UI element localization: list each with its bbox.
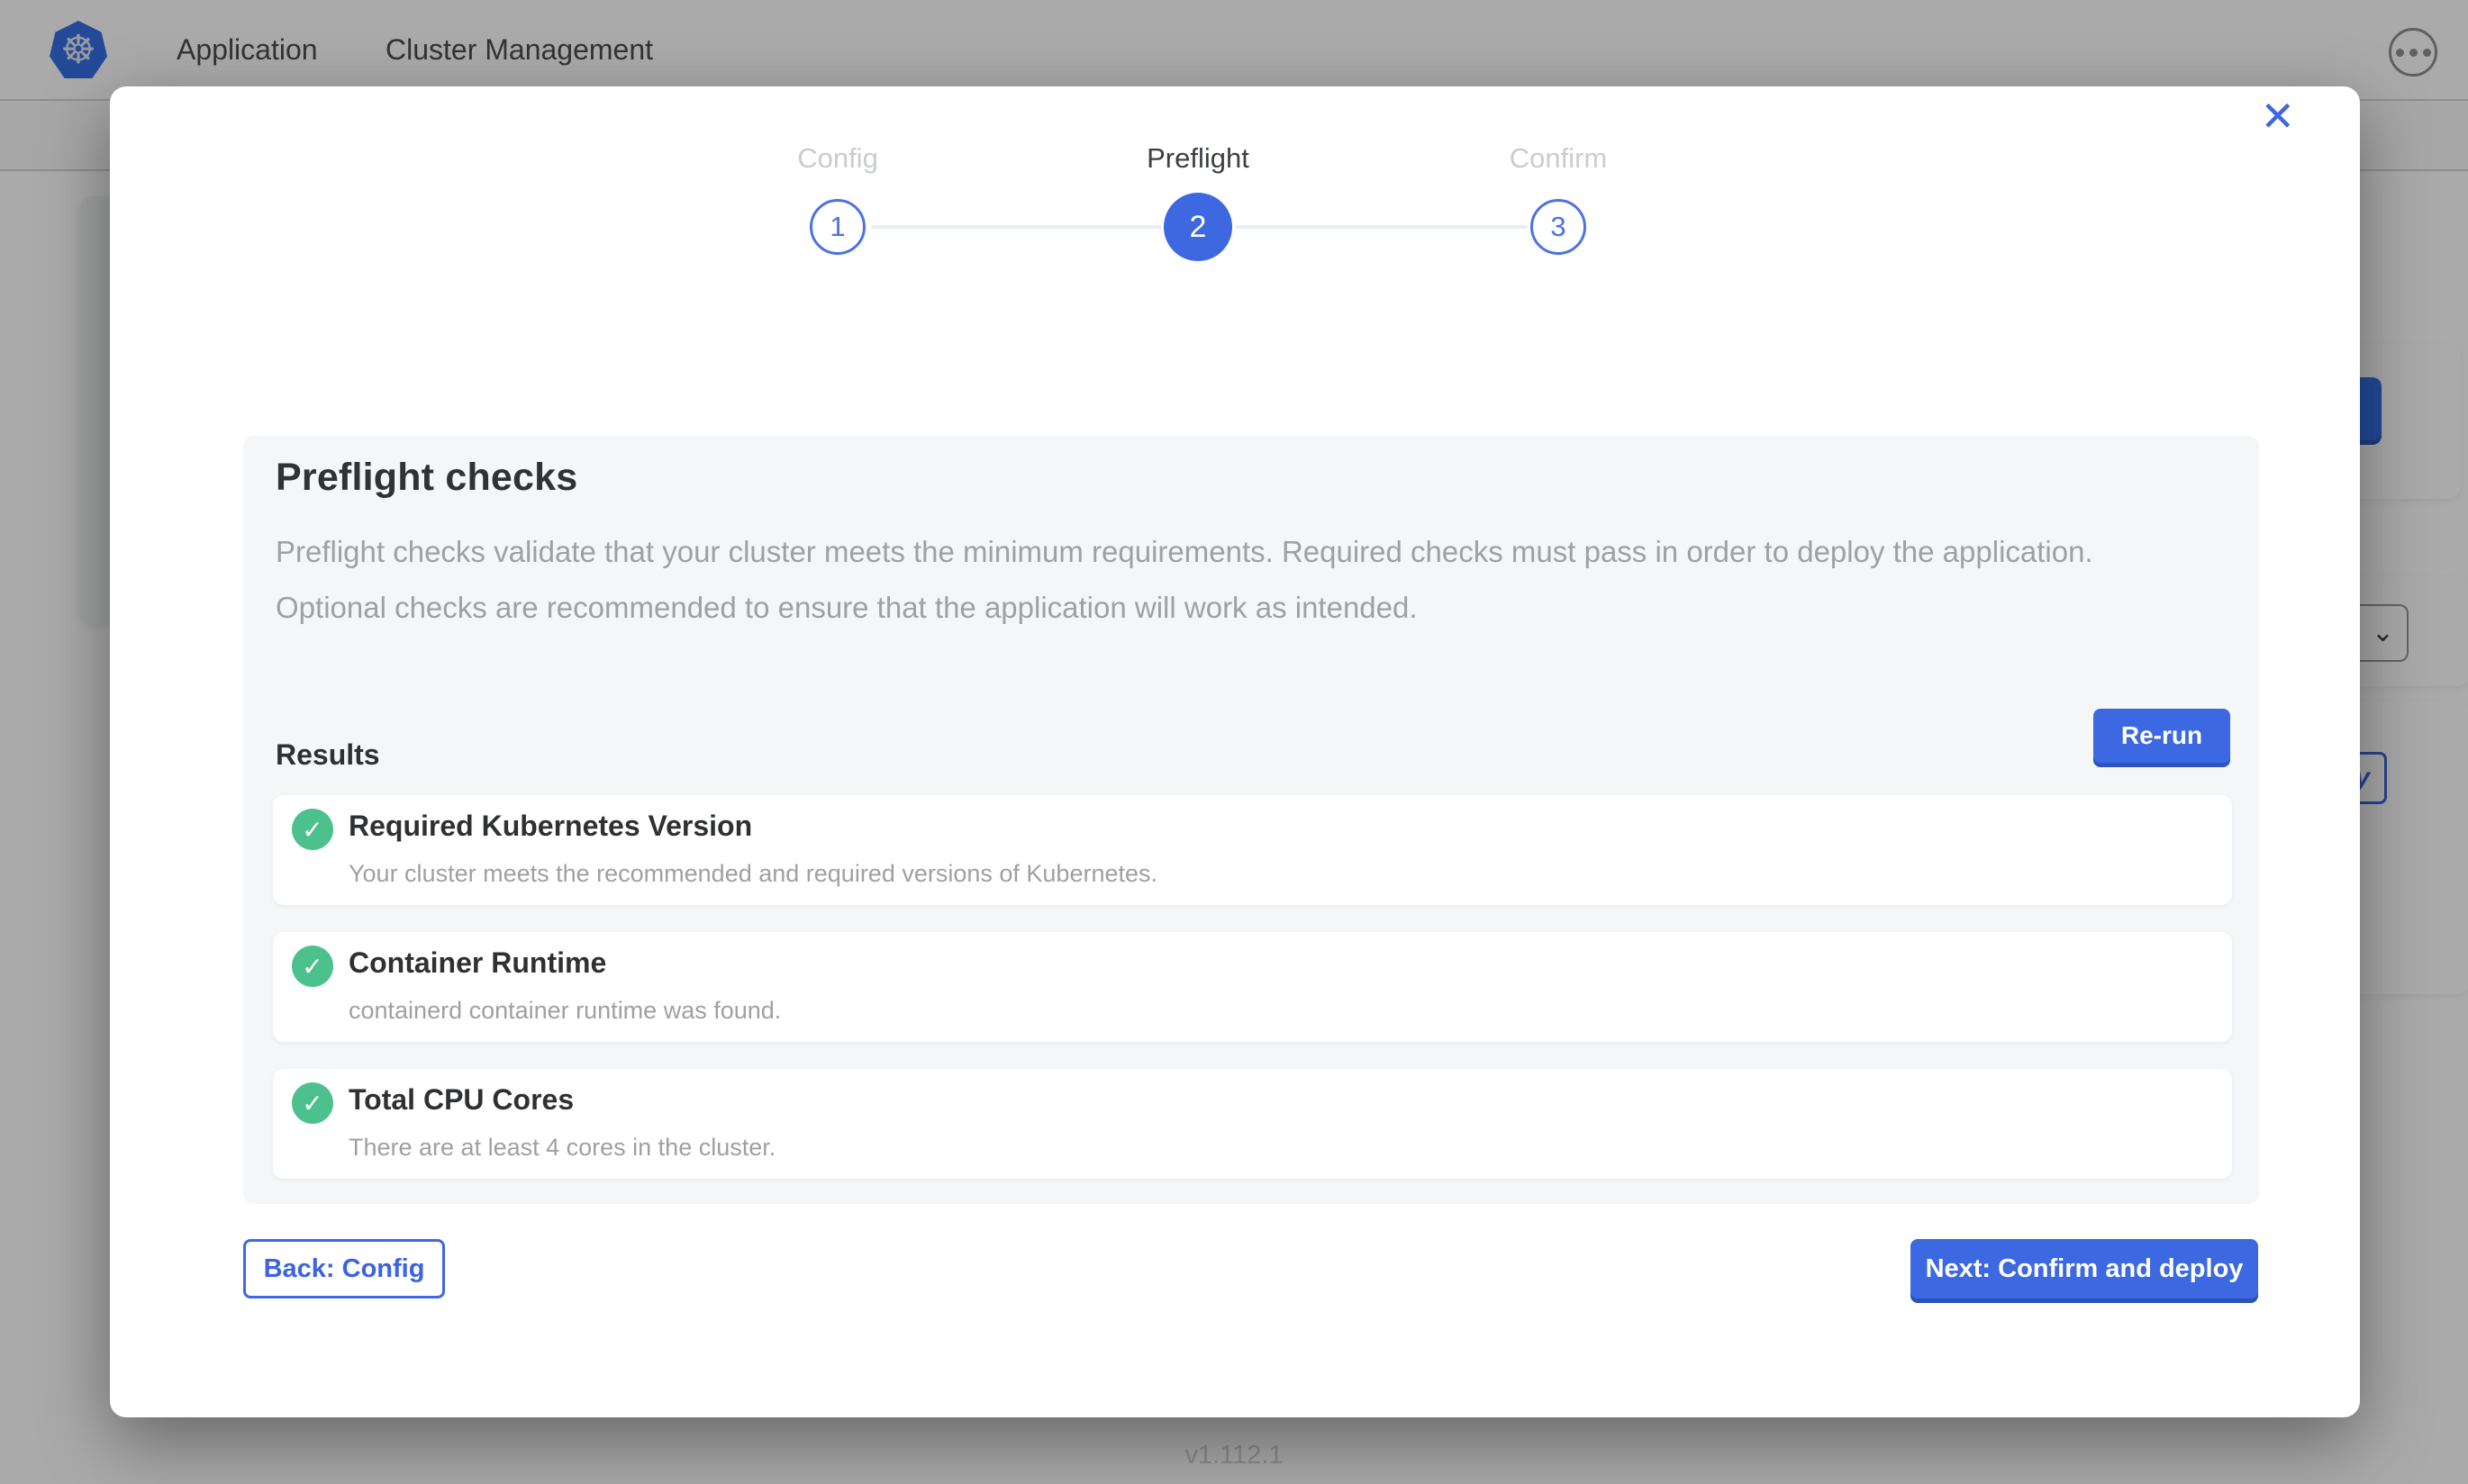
rerun-button[interactable]: Re-run [2093, 709, 2230, 763]
check-title: Total CPU Cores [349, 1083, 574, 1117]
step-circle-3[interactable]: 3 [1530, 199, 1586, 255]
next-button-label: Next: Confirm and deploy [1926, 1254, 2244, 1284]
stepper-connector [871, 225, 1161, 229]
check-message: There are at least 4 cores in the cluste… [349, 1134, 776, 1162]
check-pass-icon: ✓ [292, 946, 333, 987]
screen: ☸ Application Cluster Management 0 ⌄ y v… [0, 0, 2468, 1484]
check-pass-icon: ✓ [292, 1082, 333, 1124]
check-title: Container Runtime [349, 946, 606, 980]
rerun-button-label: Re-run [2121, 721, 2202, 750]
check-message: Your cluster meets the recommended and r… [349, 860, 1157, 888]
check-row-cpu-cores: ✓ Total CPU Cores There are at least 4 c… [273, 1069, 2232, 1179]
check-message: containerd container runtime was found. [349, 997, 781, 1025]
step-circle-2[interactable]: 2 [1164, 193, 1232, 261]
step-circle-1[interactable]: 1 [810, 199, 866, 255]
step-label-confirm: Confirm [1510, 142, 1608, 175]
check-title: Required Kubernetes Version [349, 810, 752, 843]
panel-description: Preflight checks validate that your clus… [276, 524, 2178, 636]
back-button-label: Back: Config [264, 1254, 425, 1284]
stepper-connector [1236, 225, 1528, 229]
preflight-modal: ✕ Config Preflight Confirm 1 2 3 Preflig… [110, 86, 2360, 1417]
preflight-panel: Preflight checks Preflight checks valida… [243, 436, 2259, 1204]
step-label-preflight: Preflight [1147, 142, 1249, 175]
next-confirm-deploy-button[interactable]: Next: Confirm and deploy [1910, 1239, 2258, 1298]
panel-title: Preflight checks [276, 456, 577, 500]
results-heading: Results [276, 738, 380, 772]
step-label-config: Config [797, 142, 878, 175]
close-icon[interactable]: ✕ [2260, 95, 2295, 137]
check-row-kubernetes-version: ✓ Required Kubernetes Version Your clust… [273, 795, 2232, 905]
check-row-container-runtime: ✓ Container Runtime containerd container… [273, 932, 2232, 1042]
check-pass-icon: ✓ [292, 809, 333, 850]
back-config-button[interactable]: Back: Config [243, 1239, 445, 1298]
